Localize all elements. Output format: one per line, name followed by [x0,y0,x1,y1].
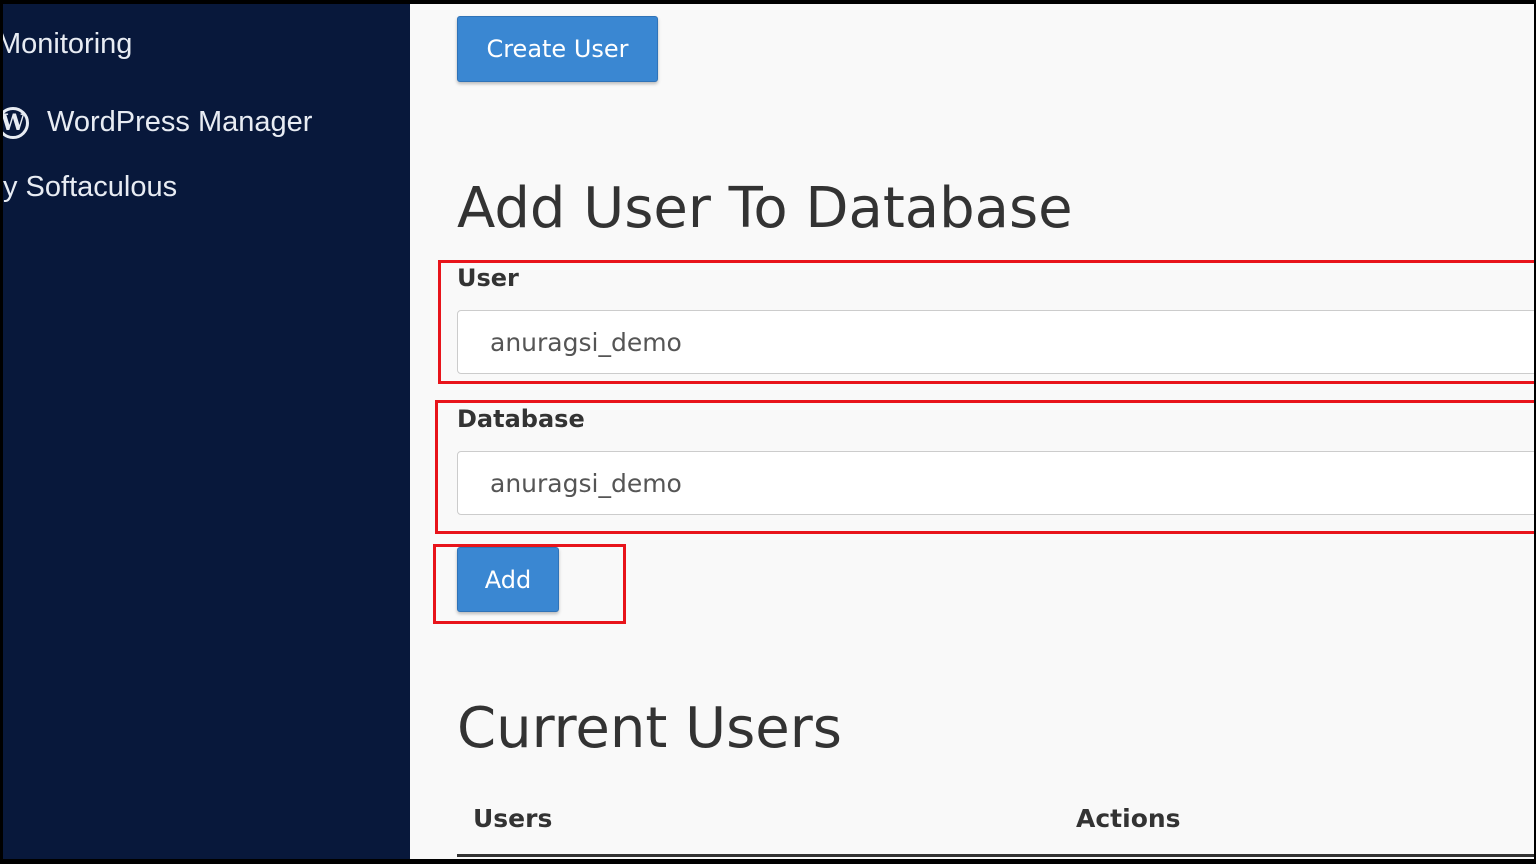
sidebar-item-label: Monitoring [3,28,133,60]
column-header-actions: Actions [1076,804,1181,833]
sidebar: Monitoring W WordPress Manager y Softacul… [3,4,410,859]
current-users-heading: Current Users [457,696,842,761]
database-label: Database [457,405,585,433]
wordpress-icon: W [3,107,29,140]
sidebar-item-monitoring[interactable]: Monitoring [3,28,132,61]
sidebar-item-wordpress-manager[interactable]: W WordPress Manager [3,106,313,140]
sidebar-item-label: WordPress Manager [47,106,313,138]
user-select[interactable]: anuragsi_demo [457,310,1534,374]
user-label: User [457,264,519,292]
column-header-users: Users [473,804,553,833]
database-select[interactable]: anuragsi_demo [457,451,1534,515]
add-button[interactable]: Add [457,547,559,612]
sidebar-item-label: y Softaculous [3,171,178,203]
create-user-button[interactable]: Create User [457,16,658,82]
sidebar-item-softaculous[interactable]: y Softaculous [3,171,177,204]
app-window: Monitoring W WordPress Manager y Softacul… [3,4,1534,859]
table-header-divider [457,854,1534,857]
add-user-heading: Add User To Database [457,176,1073,241]
